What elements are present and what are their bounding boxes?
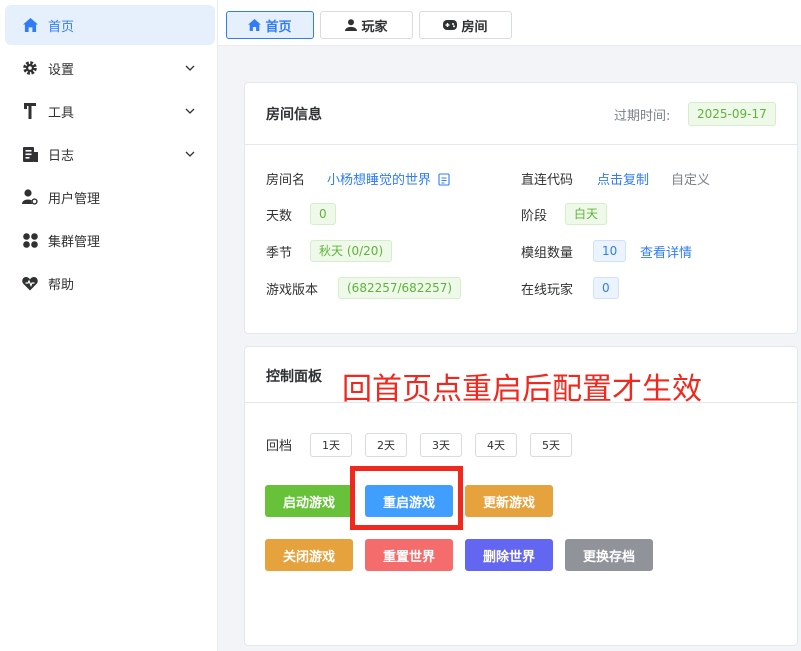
home-icon bbox=[22, 17, 38, 33]
sidebar-item-cluster-management[interactable]: 集群管理 bbox=[5, 220, 215, 260]
rollback-1-day-button[interactable]: 1天 bbox=[310, 433, 352, 457]
shutdown-game-button[interactable]: 关闭游戏 bbox=[265, 539, 353, 571]
chevron-down-icon bbox=[185, 108, 195, 114]
card-title: 控制面板 bbox=[266, 369, 322, 385]
chevron-down-icon bbox=[185, 65, 195, 71]
sidebar-item-label: 日志 bbox=[48, 148, 75, 164]
sidebar-item-label: 设置 bbox=[48, 62, 75, 78]
version-label: 游戏版本 bbox=[266, 283, 319, 298]
user-gear-icon bbox=[22, 189, 38, 205]
user-icon bbox=[345, 19, 358, 31]
swap-save-button[interactable]: 更换存档 bbox=[565, 539, 653, 571]
rollback-2-day-button[interactable]: 2天 bbox=[365, 433, 407, 457]
room-name-label: 房间名 bbox=[266, 173, 306, 188]
cluster-icon bbox=[22, 232, 38, 248]
days-badge: 0 bbox=[310, 203, 336, 225]
tab-home[interactable]: 首页 bbox=[226, 11, 314, 39]
tab-label: 房间 bbox=[461, 19, 488, 35]
room-info-card: 房间信息 过期时间: 2025-09-17 房间名 小杨想睡觉的世界 直连代码 … bbox=[244, 82, 798, 334]
mod-details-link[interactable]: 查看详情 bbox=[640, 242, 692, 261]
sidebar-item-label: 帮助 bbox=[48, 277, 75, 293]
reset-world-button[interactable]: 重置世界 bbox=[365, 539, 453, 571]
season-badge: 秋天 (0/20) bbox=[310, 240, 393, 262]
mod-count-badge: 10 bbox=[593, 240, 627, 262]
rollback-4-day-button[interactable]: 4天 bbox=[475, 433, 517, 457]
tab-label: 玩家 bbox=[361, 19, 388, 35]
tab-players[interactable]: 玩家 bbox=[320, 11, 413, 39]
edit-icon bbox=[438, 173, 450, 186]
sidebar-item-help[interactable]: 帮助 bbox=[5, 263, 215, 303]
room-name-value: 小杨想睡觉的世界 bbox=[327, 173, 432, 188]
sidebar-item-user-management[interactable]: 用户管理 bbox=[5, 177, 215, 217]
annotation-text: 回首页点重启后配置才生效 bbox=[342, 372, 702, 407]
start-game-button[interactable]: 启动游戏 bbox=[265, 485, 353, 517]
room-name-link[interactable]: 小杨想睡觉的世界 bbox=[327, 169, 450, 188]
phase-badge: 白天 bbox=[565, 203, 608, 225]
custom-code-link[interactable]: 自定义 bbox=[671, 169, 710, 188]
chevron-down-icon bbox=[185, 151, 195, 157]
sidebar-item-label: 用户管理 bbox=[48, 191, 101, 207]
rollback-label: 回档 bbox=[266, 439, 293, 454]
sidebar-item-home[interactable]: 首页 bbox=[5, 5, 215, 45]
gear-icon bbox=[22, 60, 38, 76]
heart-icon bbox=[22, 275, 38, 291]
rollback-5-day-button[interactable]: 5天 bbox=[530, 433, 572, 457]
online-badge: 0 bbox=[593, 277, 619, 299]
log-icon bbox=[22, 146, 38, 162]
online-label: 在线玩家 bbox=[521, 283, 574, 298]
delete-world-button[interactable]: 删除世界 bbox=[465, 539, 553, 571]
sidebar-item-logs[interactable]: 日志 bbox=[5, 134, 215, 174]
expire-label: 过期时间: bbox=[614, 109, 671, 124]
home-icon bbox=[248, 19, 262, 31]
phase-label: 阶段 bbox=[521, 209, 548, 224]
mod-count-label: 模组数量 bbox=[521, 246, 574, 261]
expire-date-badge: 2025-09-17 bbox=[688, 102, 776, 126]
tab-label: 首页 bbox=[265, 19, 292, 35]
restart-highlight-box bbox=[350, 466, 463, 530]
sidebar-item-tools[interactable]: 工具 bbox=[5, 91, 215, 131]
update-game-button[interactable]: 更新游戏 bbox=[465, 485, 553, 517]
main-content: 首页 玩家 房间 房间信息 过期时间: 2025-09-17 房间名 小杨想睡觉… bbox=[218, 0, 801, 651]
direct-code-label: 直连代码 bbox=[521, 173, 574, 188]
tool-icon bbox=[22, 103, 38, 119]
gamepad-icon bbox=[443, 20, 458, 30]
season-label: 季节 bbox=[266, 246, 293, 261]
copy-code-link[interactable]: 点击复制 bbox=[597, 169, 649, 188]
sidebar: 首页 设置 工具 日志 用户管理 集群管理 帮助 bbox=[0, 0, 218, 651]
card-title: 房间信息 bbox=[266, 107, 322, 123]
sidebar-item-label: 工具 bbox=[48, 105, 75, 121]
sidebar-item-settings[interactable]: 设置 bbox=[5, 48, 215, 88]
tab-room[interactable]: 房间 bbox=[419, 11, 512, 39]
rollback-3-day-button[interactable]: 3天 bbox=[420, 433, 462, 457]
room-info-header: 房间信息 过期时间: 2025-09-17 bbox=[245, 83, 797, 145]
version-badge: (682257/682257) bbox=[338, 277, 462, 299]
days-label: 天数 bbox=[266, 209, 293, 224]
tab-bar: 首页 玩家 房间 bbox=[218, 0, 801, 46]
sidebar-item-label: 集群管理 bbox=[48, 234, 101, 250]
sidebar-item-label: 首页 bbox=[48, 19, 75, 35]
